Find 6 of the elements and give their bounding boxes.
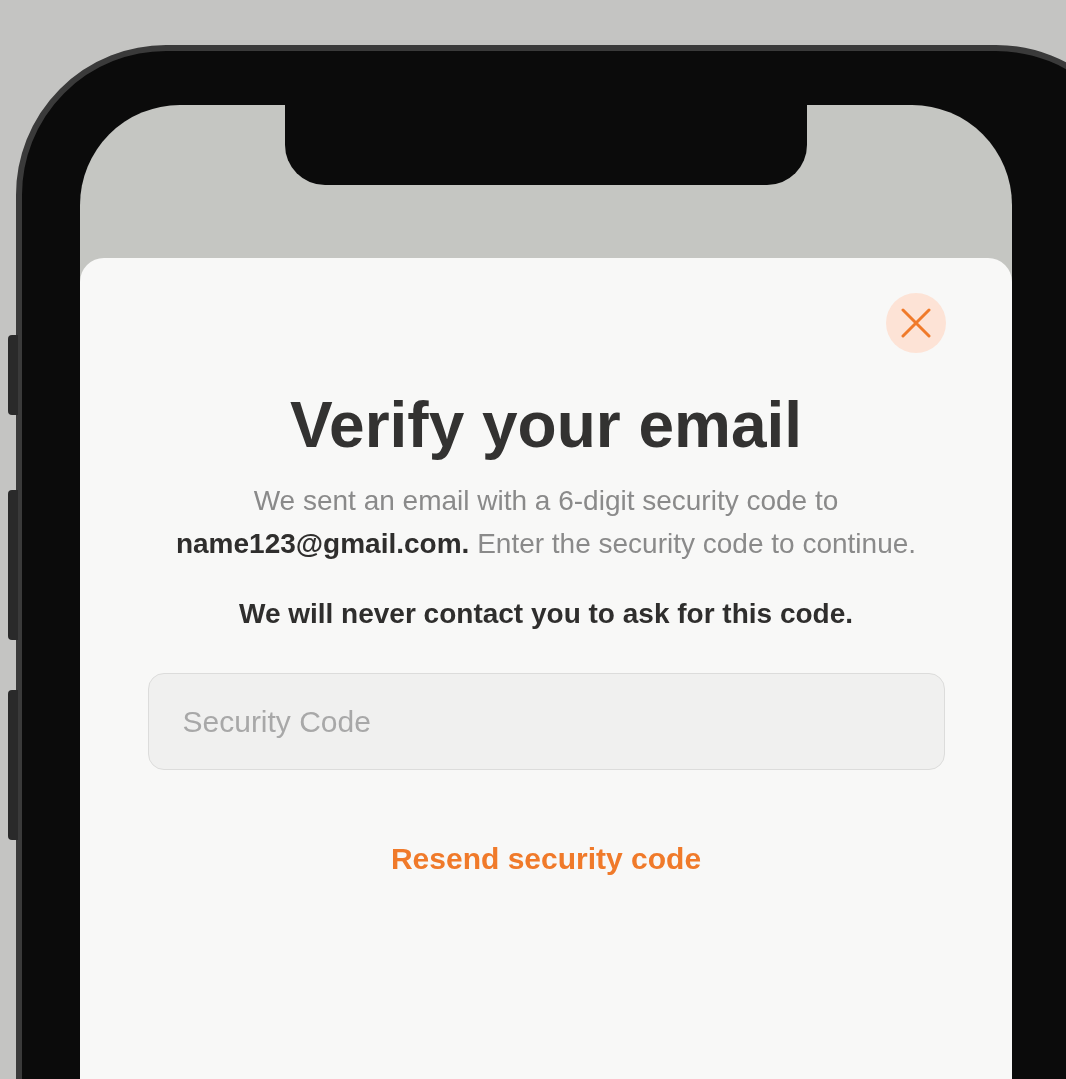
close-icon <box>901 308 931 338</box>
security-code-field[interactable]: Security Code <box>147 673 945 770</box>
close-button[interactable] <box>886 293 946 353</box>
warning-text: We will never contact you to ask for this code. <box>238 597 854 631</box>
dialog-message: We sent an email with a 6-digit security code to name123@gmail.com. Enter the security code to continue. <box>174 484 918 561</box>
resend-code-link[interactable]: Resend security code <box>390 836 702 881</box>
